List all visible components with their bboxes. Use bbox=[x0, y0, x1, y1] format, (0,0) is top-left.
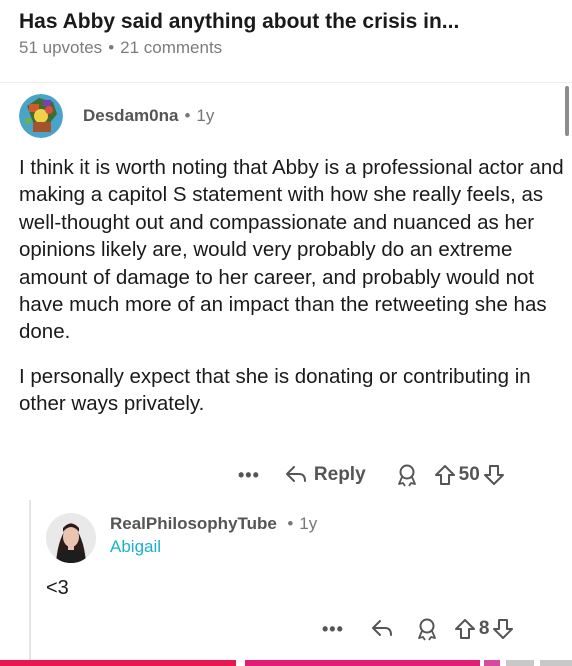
reply-author[interactable]: RealPhilosophyTube bbox=[110, 514, 277, 533]
bottom-color-bar bbox=[0, 660, 572, 666]
comment-age-value: 1y bbox=[196, 106, 215, 125]
reply-body: <3 bbox=[46, 577, 69, 599]
reply-button[interactable]: Reply bbox=[314, 464, 366, 486]
post-meta: 51 upvotes • 21 comments bbox=[19, 38, 559, 58]
bottom-bar-segment bbox=[540, 660, 572, 666]
user-photo-avatar[interactable] bbox=[46, 513, 96, 563]
reply-comment: RealPhilosophyTube • 1y Abigail <3 bbox=[46, 513, 561, 600]
meta-separator: • bbox=[108, 38, 115, 57]
user-flair: Abigail bbox=[110, 537, 162, 556]
comment-paragraph: I think it is worth noting that Abby is … bbox=[19, 156, 564, 344]
vote-count: 8 bbox=[478, 618, 490, 639]
thread-line[interactable] bbox=[29, 500, 31, 660]
upvote-icon[interactable] bbox=[454, 618, 476, 640]
more-options-icon[interactable]: ••• bbox=[238, 465, 260, 486]
reply-age-value: 1y bbox=[299, 514, 318, 533]
comment-paragraph: I personally expect that she is donating… bbox=[19, 364, 531, 416]
post-title[interactable]: Has Abby said anything about the crisis … bbox=[19, 8, 559, 36]
reply-arrow-icon[interactable] bbox=[370, 618, 394, 640]
award-icon[interactable] bbox=[396, 463, 418, 487]
downvote-icon[interactable] bbox=[483, 464, 505, 486]
comment-header: Desdam0na • 1y bbox=[19, 94, 564, 138]
reply-header: RealPhilosophyTube • 1y Abigail bbox=[46, 513, 561, 563]
comment: Desdam0na • 1y I think it is worth noting… bbox=[19, 94, 564, 418]
header-divider bbox=[0, 82, 572, 83]
meta-separator: • bbox=[287, 514, 294, 533]
snoo-avatar-icon[interactable] bbox=[19, 94, 63, 138]
more-options-icon[interactable]: ••• bbox=[322, 619, 344, 640]
bottom-bar-segment bbox=[506, 660, 534, 666]
comment-count: 21 comments bbox=[120, 38, 223, 57]
comment-actions: ••• Reply 50 bbox=[238, 463, 505, 487]
comment-body: I think it is worth noting that Abby is … bbox=[19, 154, 564, 418]
reply-actions: ••• 8 bbox=[322, 617, 514, 641]
vote-count: 50 bbox=[458, 464, 480, 485]
reply-meta: RealPhilosophyTube • 1y Abigail bbox=[110, 514, 317, 557]
bottom-bar-segment bbox=[245, 660, 480, 666]
award-icon[interactable] bbox=[416, 617, 438, 641]
upvote-icon[interactable] bbox=[434, 464, 456, 486]
reply-age: • 1y bbox=[287, 514, 317, 533]
upvote-count: 51 upvotes bbox=[19, 38, 103, 57]
bottom-bar-segment bbox=[484, 660, 500, 666]
comment-age: • 1y bbox=[184, 106, 214, 126]
post-header: Has Abby said anything about the crisis … bbox=[19, 8, 559, 58]
downvote-icon[interactable] bbox=[492, 618, 514, 640]
comment-author[interactable]: Desdam0na bbox=[83, 106, 178, 126]
meta-separator: • bbox=[184, 106, 191, 125]
reply-arrow-icon[interactable] bbox=[284, 464, 308, 486]
scrollbar[interactable] bbox=[565, 86, 569, 136]
bottom-bar-segment bbox=[0, 660, 236, 666]
